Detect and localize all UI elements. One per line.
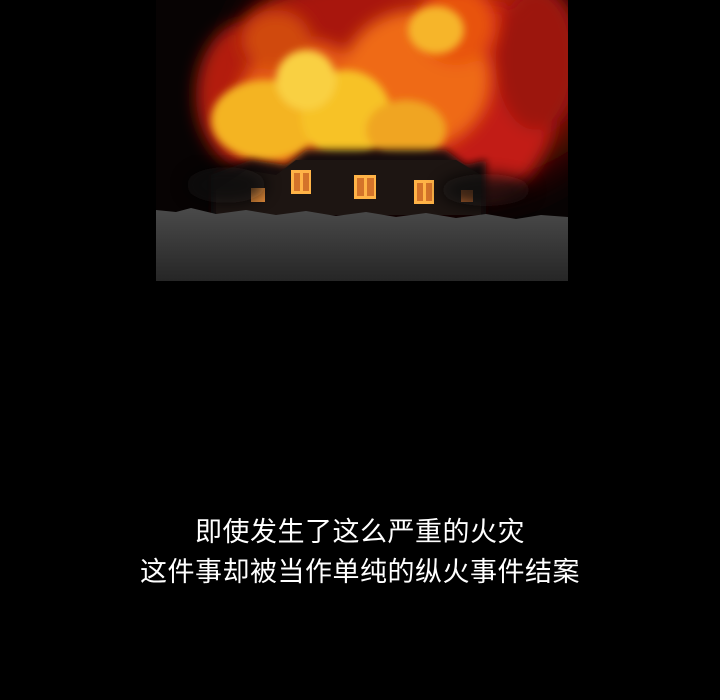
ground	[156, 208, 568, 281]
caption: 即使发生了这么严重的火灾 这件事却被当作单纯的纵火事件结案	[0, 513, 720, 593]
caption-line-2: 这件事却被当作单纯的纵火事件结案	[140, 557, 580, 588]
caption-line-1: 即使发生了这么严重的火灾	[195, 517, 525, 548]
burning-house-illustration	[156, 0, 568, 281]
fire-illustration-panel	[156, 0, 568, 281]
